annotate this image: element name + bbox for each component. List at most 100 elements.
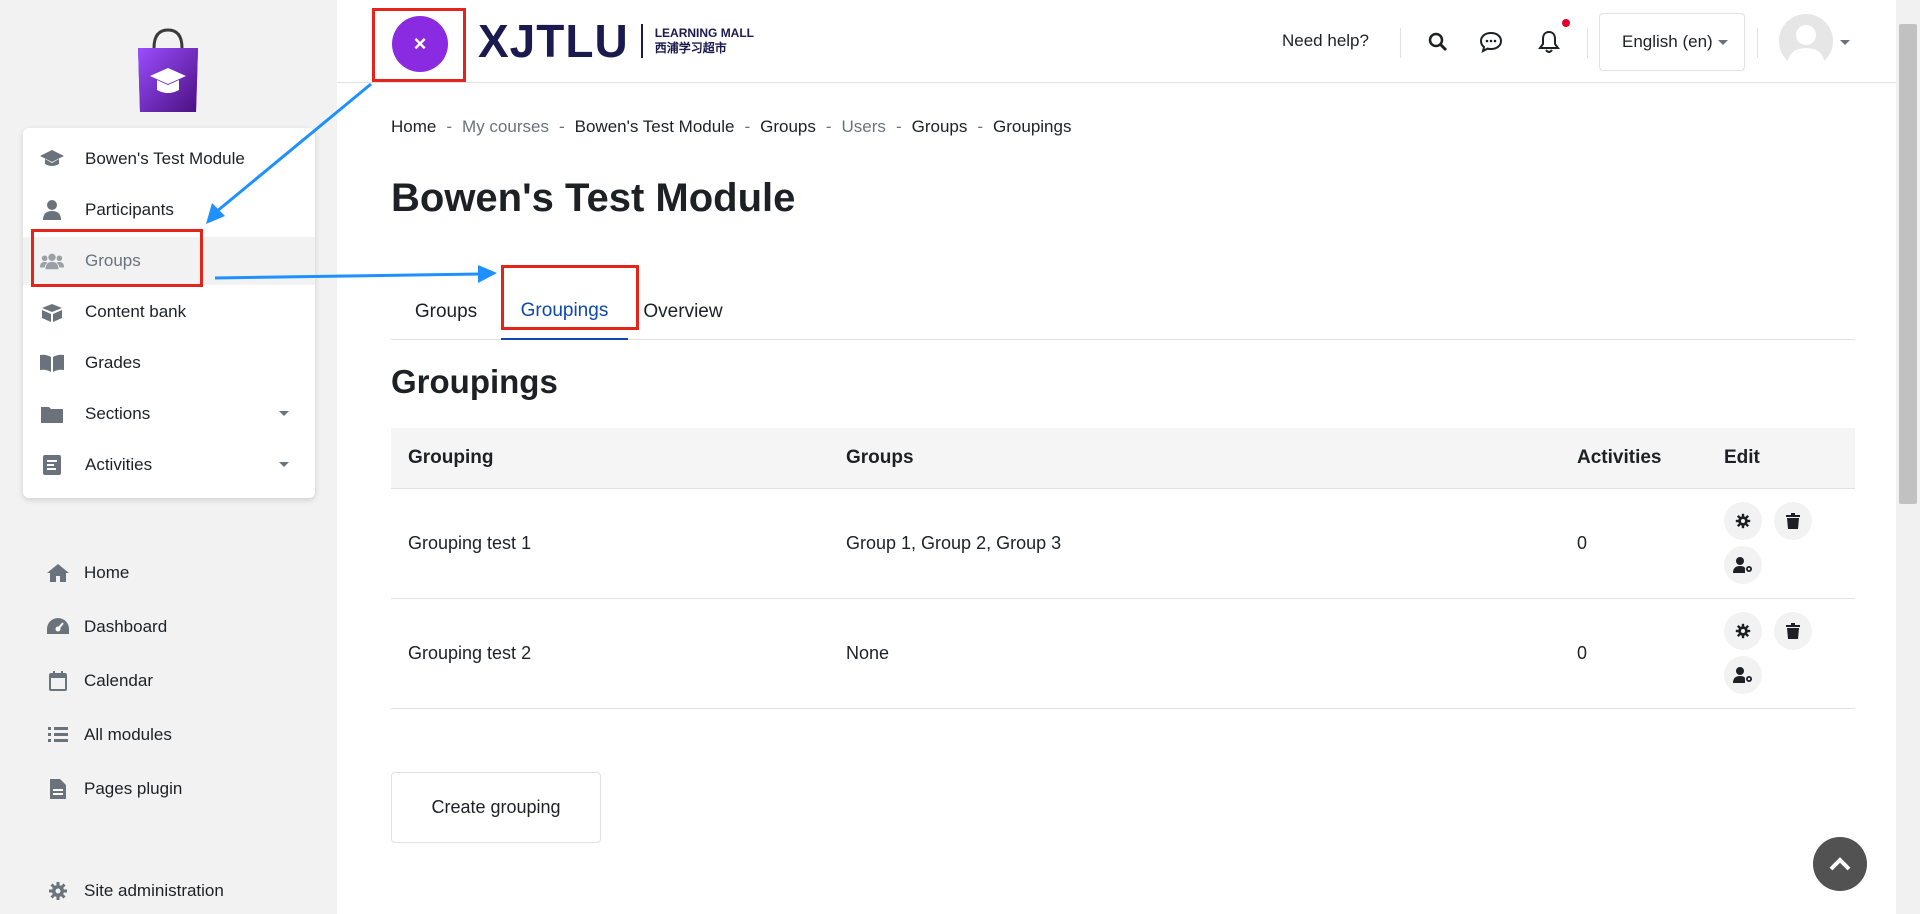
list-icon	[46, 723, 70, 747]
breadcrumb-groups-2[interactable]: Groups	[912, 117, 968, 137]
trash-icon[interactable]	[1774, 612, 1812, 650]
user-icon	[40, 198, 64, 222]
column-header-activities: Activities	[1560, 428, 1707, 489]
breadcrumb-separator: -	[446, 117, 453, 136]
manage-users-icon[interactable]	[1724, 546, 1762, 584]
learning-mall-logo[interactable]	[132, 26, 204, 114]
gear-icon	[46, 879, 70, 903]
breadcrumb-separator: -	[825, 117, 832, 136]
brand-logo[interactable]: XJTLU LEARNING MALL 西浦学习超市	[478, 15, 754, 67]
course-menu-label: Grades	[85, 353, 141, 372]
chat-icon[interactable]	[1477, 28, 1505, 56]
header-divider	[1400, 28, 1401, 58]
language-label: English (en)	[1622, 32, 1713, 51]
cell-edit	[1707, 488, 1855, 599]
back-to-top-button[interactable]	[1813, 837, 1867, 891]
notification-badge	[1562, 19, 1570, 27]
course-menu-label: Activities	[85, 455, 153, 474]
nav-label: Calendar	[84, 671, 153, 690]
close-drawer-button[interactable]: ×	[392, 16, 448, 72]
nav-label: Dashboard	[84, 617, 168, 636]
course-menu-item-sections[interactable]: Sections	[23, 390, 315, 438]
folder-icon	[40, 402, 64, 426]
course-menu-item-course[interactable]: Bowen's Test Module	[23, 135, 315, 183]
column-header-grouping: Grouping	[391, 428, 829, 489]
graduation-cap-icon	[40, 147, 64, 171]
course-menu: Bowen's Test Module Participants Groups …	[23, 128, 315, 498]
page-title: Bowen's Test Module	[391, 176, 796, 220]
sidebar: Bowen's Test Module Participants Groups …	[0, 0, 337, 914]
breadcrumb-course[interactable]: Bowen's Test Module	[575, 117, 735, 137]
breadcrumb-groupings[interactable]: Groupings	[993, 117, 1071, 137]
breadcrumb-my-courses: My courses	[462, 117, 549, 136]
course-menu-item-activities[interactable]: Activities	[23, 441, 315, 489]
cell-groups: Group 1, Group 2, Group 3	[829, 488, 1560, 599]
chevron-down-icon[interactable]	[279, 462, 289, 467]
activity-icon	[40, 453, 64, 477]
brand-divider	[640, 24, 643, 58]
nav-item-all-modules[interactable]: All modules	[0, 715, 337, 755]
language-selector[interactable]: English (en)	[1599, 13, 1745, 71]
table-row: Grouping test 2 None 0	[391, 598, 1855, 709]
course-menu-item-groups[interactable]: Groups	[23, 237, 315, 285]
cell-activities: 0	[1560, 598, 1707, 709]
header-divider	[1587, 28, 1588, 58]
table-header-row: Grouping Groups Activities Edit	[391, 428, 1855, 489]
breadcrumb: Home - My courses - Bowen's Test Module …	[391, 117, 1071, 137]
brand-sub-zh: 西浦学习超市	[654, 41, 727, 55]
breadcrumb-home[interactable]: Home	[391, 117, 436, 137]
calendar-icon	[46, 669, 70, 693]
column-header-edit: Edit	[1707, 428, 1855, 489]
breadcrumb-separator: -	[558, 117, 565, 136]
scrollbar-thumb[interactable]	[1899, 24, 1917, 504]
brand-sub-en: LEARNING MALL	[654, 26, 755, 40]
course-menu-label: Bowen's Test Module	[85, 149, 245, 168]
nav-item-calendar[interactable]: Calendar	[0, 661, 337, 701]
course-menu-label: Groups	[85, 251, 141, 270]
course-menu-label: Sections	[85, 404, 151, 423]
search-icon[interactable]	[1424, 28, 1452, 56]
course-menu-label: Content bank	[85, 302, 187, 321]
groupings-table: Grouping Groups Activities Edit Grouping…	[391, 428, 1855, 709]
breadcrumb-separator: -	[977, 117, 984, 136]
tab-bar: Groups Groupings Overview	[391, 283, 1855, 340]
table-row: Grouping test 1 Group 1, Group 2, Group …	[391, 488, 1855, 599]
nav-label: All modules	[84, 725, 172, 744]
header-divider	[1757, 28, 1758, 58]
file-icon	[46, 777, 70, 801]
tab-overview[interactable]: Overview	[628, 283, 738, 340]
tab-groupings[interactable]: Groupings	[501, 283, 628, 340]
nav-item-dashboard[interactable]: Dashboard	[0, 607, 337, 647]
users-icon	[40, 249, 64, 273]
course-menu-item-content-bank[interactable]: Content bank	[23, 288, 315, 336]
course-menu-item-participants[interactable]: Participants	[23, 186, 315, 234]
chevron-up-icon	[1829, 857, 1851, 871]
breadcrumb-separator: -	[895, 117, 902, 136]
nav-item-pages-plugin[interactable]: Pages plugin	[0, 769, 337, 809]
chevron-down-icon	[1718, 40, 1728, 45]
need-help-link[interactable]: Need help?	[1282, 31, 1369, 51]
settings-gear-icon[interactable]	[1724, 502, 1762, 540]
breadcrumb-groups[interactable]: Groups	[760, 117, 816, 137]
brand-subtitle: LEARNING MALL 西浦学习超市	[655, 26, 754, 56]
nav-label: Home	[84, 563, 130, 582]
trash-icon[interactable]	[1774, 502, 1812, 540]
course-menu-item-grades[interactable]: Grades	[23, 339, 315, 387]
nav-label: Pages plugin	[84, 779, 183, 798]
manage-users-icon[interactable]	[1724, 656, 1762, 694]
cell-grouping: Grouping test 2	[391, 598, 829, 709]
avatar[interactable]	[1779, 14, 1833, 68]
cell-activities: 0	[1560, 488, 1707, 599]
user-menu-chevron-icon[interactable]	[1840, 40, 1850, 45]
chevron-down-icon[interactable]	[279, 411, 289, 416]
settings-gear-icon[interactable]	[1724, 612, 1762, 650]
bell-icon[interactable]	[1535, 28, 1563, 56]
book-icon	[40, 351, 64, 375]
course-menu-label: Participants	[85, 200, 174, 219]
nav-item-site-administration[interactable]: Site administration	[0, 871, 337, 911]
box-icon	[40, 300, 64, 324]
tab-groups[interactable]: Groups	[391, 283, 501, 340]
cell-grouping: Grouping test 1	[391, 488, 829, 599]
create-grouping-button[interactable]: Create grouping	[391, 772, 601, 843]
nav-item-home[interactable]: Home	[0, 553, 337, 593]
